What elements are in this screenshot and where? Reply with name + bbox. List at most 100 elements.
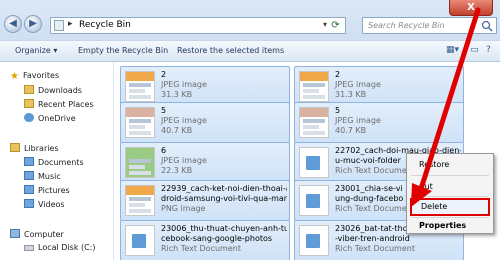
star-icon: ★ <box>10 71 19 82</box>
address-field[interactable]: ▸ Recycle Bin ▾ ⟳ <box>50 17 346 34</box>
document-icon <box>299 147 329 178</box>
documents-icon <box>24 157 34 166</box>
file-tile[interactable]: 23006_thu-thuat-chuyen-anh-tu-fa cebook-… <box>120 220 290 260</box>
recent-places-icon <box>24 99 34 108</box>
view-options-icon[interactable]: ▦▾ <box>446 45 459 59</box>
forward-button[interactable]: ▶ <box>24 15 42 33</box>
help-icon[interactable]: ? <box>486 45 491 59</box>
command-toolbar: Organize ▾ Empty the Recycle Bin Restore… <box>0 40 500 62</box>
address-dropdown-icon[interactable]: ▾ <box>323 20 327 29</box>
file-size: 22.3 KB <box>161 166 193 175</box>
nav-local-disk[interactable]: Local Disk (C:) <box>24 243 96 252</box>
nav-computer[interactable]: Computer <box>10 229 64 239</box>
nav-downloads[interactable]: Downloads <box>24 85 82 95</box>
breadcrumb-chevron-icon[interactable]: ▸ <box>68 19 73 29</box>
nav-label: Recent Places <box>38 100 94 109</box>
nav-documents[interactable]: Documents <box>24 157 84 167</box>
nav-recent-places[interactable]: Recent Places <box>24 99 94 109</box>
search-icon[interactable] <box>481 20 493 32</box>
recycle-bin-window: ◀ ▶ ▸ Recycle Bin ▾ ⟳ Search Recycle Bin… <box>0 0 500 260</box>
menu-item-properties[interactable]: Properties <box>407 218 493 234</box>
file-tile[interactable]: 5 JPEG image 40.7 KB <box>294 102 464 143</box>
refresh-icon[interactable]: ⟳ <box>328 19 343 32</box>
organize-button[interactable]: Organize ▾ <box>15 46 57 55</box>
recycle-bin-icon <box>54 20 64 31</box>
file-size: 31.3 KB <box>161 90 193 99</box>
pictures-icon <box>24 185 34 194</box>
file-type: Rich Text Document <box>161 244 241 253</box>
back-button[interactable]: ◀ <box>4 15 22 33</box>
file-type: JPEG image <box>335 80 381 89</box>
nav-label: Music <box>38 172 61 181</box>
menu-label: Properties <box>419 221 467 230</box>
nav-favorites[interactable]: ★ Favorites <box>10 71 59 82</box>
file-tile[interactable]: 5 JPEG image 40.7 KB <box>120 102 290 143</box>
file-type: Rich Text Document <box>335 204 415 213</box>
image-thumbnail <box>125 71 155 102</box>
file-type: JPEG image <box>161 156 207 165</box>
menu-label: Restore <box>419 160 450 169</box>
nav-music[interactable]: Music <box>24 171 61 181</box>
menu-item-restore[interactable]: Restore <box>407 157 493 173</box>
file-tile[interactable]: 6 JPEG image 22.3 KB <box>120 142 290 183</box>
file-name: 6 <box>161 146 167 155</box>
file-name: 22939_cach-ket-noi-dien-thoai-an <box>161 184 287 193</box>
nav-onedrive[interactable]: OneDrive <box>24 113 76 123</box>
menu-item-delete[interactable]: Delete <box>410 198 490 216</box>
nav-label: Documents <box>38 158 84 167</box>
file-name: 2 <box>161 70 167 79</box>
nav-label: Computer <box>24 230 64 239</box>
restore-selected-button[interactable]: Restore the selected items <box>177 46 284 55</box>
file-name-cont: droid-samsung-voi-tivi-qua-man... <box>161 194 287 203</box>
file-size: 40.7 KB <box>161 126 193 135</box>
nav-videos[interactable]: Videos <box>24 199 65 209</box>
nav-label: Videos <box>38 200 65 209</box>
file-tile[interactable]: 2 JPEG image 31.3 KB <box>294 66 464 107</box>
breadcrumb-recycle-bin[interactable]: Recycle Bin <box>79 20 131 30</box>
search-input[interactable]: Search Recycle Bin <box>362 17 497 34</box>
downloads-folder-icon <box>24 85 34 94</box>
menu-separator <box>411 175 489 176</box>
search-placeholder: Search Recycle Bin <box>368 21 445 30</box>
file-size: 40.7 KB <box>335 126 367 135</box>
empty-recycle-bin-button[interactable]: Empty the Recycle Bin <box>78 46 168 55</box>
file-name-cont: -viber-tren-android <box>335 234 410 243</box>
nav-label: Pictures <box>38 186 70 195</box>
videos-icon <box>24 199 34 208</box>
file-name: 23006_thu-thuat-chuyen-anh-tu-fa <box>161 224 287 233</box>
close-window-button[interactable]: X <box>449 0 493 16</box>
image-thumbnail <box>125 107 155 138</box>
menu-label: Cut <box>419 182 433 191</box>
file-name: 5 <box>161 106 167 115</box>
document-icon <box>299 225 329 256</box>
nav-label: OneDrive <box>38 114 76 123</box>
file-name: 2 <box>335 70 341 79</box>
image-thumbnail <box>299 107 329 138</box>
computer-icon <box>10 229 20 238</box>
file-type: Rich Text Document <box>335 244 415 253</box>
file-name-cont: cebook-sang-google-photos <box>161 234 273 243</box>
file-type: Rich Text Document <box>335 166 415 175</box>
context-menu: Restore Cut Delete Properties <box>406 153 494 234</box>
document-icon <box>125 225 155 256</box>
file-size: 31.3 KB <box>335 90 367 99</box>
file-type: JPEG image <box>335 116 381 125</box>
menu-separator <box>411 196 489 197</box>
nav-label: Downloads <box>38 86 82 95</box>
document-icon <box>299 185 329 216</box>
nav-label: Libraries <box>24 144 59 153</box>
preview-pane-icon[interactable]: ▭ <box>470 45 479 59</box>
libraries-icon <box>10 143 20 152</box>
file-tile[interactable]: 2 JPEG image 31.3 KB <box>120 66 290 107</box>
nav-libraries[interactable]: Libraries <box>10 143 59 153</box>
file-type: PNG image <box>161 204 206 213</box>
menu-item-cut[interactable]: Cut <box>407 179 493 195</box>
menu-label: Delete <box>421 202 448 211</box>
image-thumbnail <box>299 71 329 102</box>
nav-pictures[interactable]: Pictures <box>24 185 70 195</box>
onedrive-cloud-icon <box>24 113 34 122</box>
file-tile[interactable]: 22939_cach-ket-noi-dien-thoai-an droid-s… <box>120 180 290 221</box>
address-bar-area: ◀ ▶ ▸ Recycle Bin ▾ ⟳ Search Recycle Bin… <box>0 0 500 40</box>
image-thumbnail <box>125 147 155 178</box>
navigation-pane: ★ Favorites Downloads Recent Places OneDr… <box>0 62 114 260</box>
